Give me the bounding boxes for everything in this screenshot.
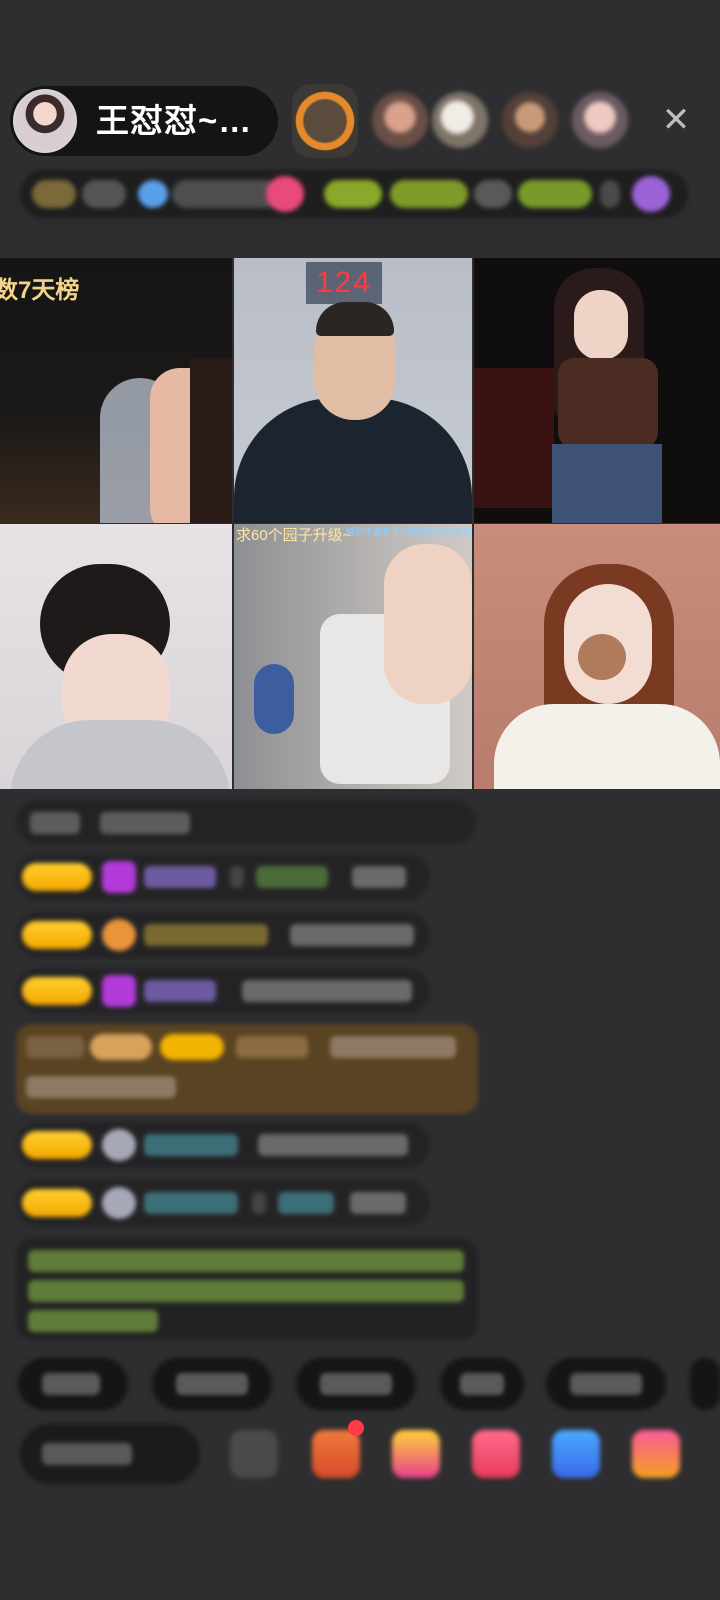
viewer-avatar[interactable] (432, 92, 488, 148)
message-text (330, 1036, 456, 1058)
more-icon[interactable] (230, 1430, 278, 1478)
username[interactable] (144, 924, 268, 946)
video-cell-6[interactable] (474, 524, 720, 789)
gem-icon (102, 975, 136, 1007)
close-icon[interactable]: ✕ (656, 100, 696, 140)
host-info-pill[interactable]: 王怼怼~… (10, 86, 278, 156)
tag-chip[interactable] (518, 180, 592, 208)
hot-icon[interactable] (266, 176, 304, 212)
quick-reply-chip[interactable] (296, 1358, 416, 1410)
menu-icon[interactable] (632, 1430, 680, 1478)
tag-chip[interactable] (474, 180, 512, 208)
quick-reply-chip[interactable] (690, 1358, 720, 1410)
username[interactable] (256, 866, 328, 888)
chat-message[interactable] (16, 968, 430, 1014)
performer-top (558, 358, 658, 448)
chat-highlight-message[interactable] (16, 1024, 478, 1114)
video-cell-2[interactable]: 124 (234, 258, 472, 523)
stream-subcaption: 特别不要手里的照来的升级家族 (346, 527, 472, 537)
performer-shirt (10, 720, 230, 789)
info-text (82, 180, 126, 208)
performer-hair (316, 302, 394, 336)
username[interactable] (278, 1192, 334, 1214)
quick-reply-chip[interactable] (152, 1358, 272, 1410)
tag-chip[interactable] (390, 180, 468, 208)
gift-icon (102, 1129, 136, 1161)
chat-message[interactable] (16, 1180, 430, 1226)
rank-label[interactable]: 数7天榜 (0, 270, 79, 305)
chat-message[interactable] (16, 1122, 430, 1168)
tag-chip (600, 180, 620, 208)
level-badge (32, 180, 76, 208)
chat-message[interactable] (16, 854, 430, 900)
performer-hair (190, 358, 232, 523)
fan-badge (160, 1034, 224, 1060)
plush-toy (254, 664, 294, 734)
box-icon[interactable] (312, 1430, 360, 1478)
gift-icon (102, 1187, 136, 1219)
username[interactable] (144, 1134, 238, 1156)
fan-badge (22, 863, 92, 891)
quick-reply-chip[interactable] (546, 1358, 666, 1410)
fan-badge (22, 921, 92, 949)
performer-jeans (552, 444, 662, 523)
tag-chip[interactable] (324, 180, 382, 208)
username[interactable] (236, 1036, 308, 1058)
chat-notice-message (16, 1238, 478, 1340)
performer-face (574, 290, 628, 360)
performer-jacket (494, 704, 720, 789)
chat-message[interactable] (16, 912, 430, 958)
username[interactable] (144, 980, 216, 1002)
chat-icon[interactable] (552, 1430, 600, 1478)
message-text (26, 1076, 176, 1098)
performer-arm (384, 544, 472, 704)
viewer-avatar[interactable] (502, 92, 558, 148)
gem-icon (102, 861, 136, 893)
host-avatar[interactable] (13, 89, 77, 153)
message-text (352, 866, 406, 888)
viewer-avatar[interactable] (572, 92, 628, 148)
live-info-bar[interactable] (20, 170, 688, 218)
message-text (290, 924, 414, 946)
quick-reply-chip[interactable] (440, 1358, 524, 1410)
game-icon[interactable] (472, 1430, 520, 1478)
username[interactable] (144, 1192, 238, 1214)
level-badge (90, 1034, 152, 1060)
fan-badge (22, 977, 92, 1005)
stream-caption: 求60个园子升级~ (236, 527, 352, 544)
notification-dot (348, 1420, 364, 1436)
gift-icon[interactable] (392, 1430, 440, 1478)
video-cell-1[interactable]: 数7天榜 (0, 258, 232, 523)
message-text (350, 1192, 406, 1214)
fan-badge (22, 1189, 92, 1217)
event-icon[interactable] (632, 176, 670, 212)
score-counter: 124 (306, 262, 382, 304)
viewer-avatar[interactable] (372, 92, 428, 148)
ranking-text (172, 180, 280, 208)
message-text (242, 980, 412, 1002)
ranking-icon[interactable] (138, 180, 168, 208)
top-viewer-avatar[interactable] (292, 84, 358, 158)
quick-reply-chip[interactable] (18, 1358, 128, 1410)
medal-icon (102, 919, 136, 951)
teacup (578, 634, 626, 680)
message-text (258, 1134, 408, 1156)
username[interactable] (144, 866, 216, 888)
host-name[interactable]: 王怼怼~… (96, 86, 252, 156)
comment-input[interactable] (20, 1424, 200, 1484)
video-cell-3[interactable] (474, 258, 720, 523)
video-cell-5[interactable]: 求60个园子升级~ 特别不要手里的照来的升级家族 (234, 524, 472, 789)
chat-system-message (16, 800, 476, 844)
background-chair (474, 368, 554, 508)
video-cell-4[interactable] (0, 524, 232, 789)
fan-badge (22, 1131, 92, 1159)
